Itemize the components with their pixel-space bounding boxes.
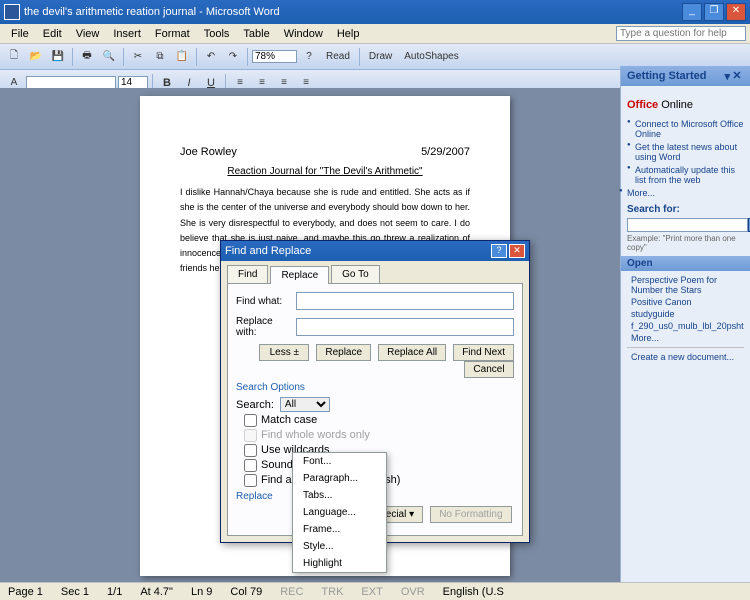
dialog-title: Find and Replace [225,245,311,257]
file-link[interactable]: Positive Canon [631,297,744,307]
cut-icon[interactable]: ✂ [128,47,148,67]
menu-file[interactable]: File [4,26,36,42]
restore-button[interactable]: ❐ [704,3,724,21]
autoshapes-button[interactable]: AutoShapes [399,47,464,67]
paste-icon[interactable]: 📋 [172,47,192,67]
find-what-input[interactable] [296,292,514,310]
find-next-button[interactable]: Find Next [453,344,514,361]
create-new-link[interactable]: Create a new document... [631,352,744,362]
search-label: Search: [236,399,274,411]
menu-edit[interactable]: Edit [36,26,69,42]
window-title: the devil's arithmetic reation journal -… [24,6,682,18]
doc-date: 5/29/2007 [421,146,470,158]
menu-paragraph[interactable]: Paragraph... [293,470,386,487]
zoom-combo[interactable] [252,50,297,63]
doc-title: Reaction Journal for "The Devil's Arithm… [180,166,470,177]
replace-with-label: Replace with: [236,316,296,338]
file-link[interactable]: Perspective Poem for Number the Stars [631,275,744,295]
read-button[interactable]: Read [321,47,355,67]
file-link[interactable]: f_290_us0_mulb_lbl_20psht [631,321,744,331]
help-icon[interactable]: ? [299,47,319,67]
tab-find[interactable]: Find [227,265,268,283]
menu-tabs[interactable]: Tabs... [293,487,386,504]
status-ext: EXT [357,586,386,598]
tab-replace[interactable]: Replace [270,266,329,284]
task-pane: Getting Started ▾ ✕ Office Online Connec… [620,66,750,582]
no-formatting-button: No Formatting [430,506,511,523]
menu-frame[interactable]: Frame... [293,521,386,538]
word-icon [4,4,20,20]
status-ovr: OVR [397,586,429,598]
menu-bar: File Edit View Insert Format Tools Table… [0,24,750,44]
draw-button[interactable]: Draw [364,47,397,67]
status-ln: Ln 9 [187,586,216,598]
open-icon[interactable]: 📂 [26,47,46,67]
menu-format[interactable]: Format [148,26,197,42]
find-what-label: Find what: [236,296,296,307]
whole-words-checkbox [244,429,257,442]
title-bar: the devil's arithmetic reation journal -… [0,0,750,24]
undo-icon[interactable]: ↶ [201,47,221,67]
menu-font[interactable]: Font... [293,453,386,470]
minimize-button[interactable]: _ [682,3,702,21]
taskpane-title: Getting Started [627,70,706,82]
office-online-logo: Office Online [627,96,744,111]
search-direction-select[interactable]: All [280,397,330,412]
copy-icon[interactable]: ⧉ [150,47,170,67]
dialog-help-button[interactable]: ? [491,244,507,258]
status-lang: English (U.S [439,586,508,598]
word-forms-checkbox[interactable] [244,474,257,487]
search-example: Example: "Print more than one copy" [627,234,744,252]
help-search-input[interactable] [616,26,746,41]
replace-with-input[interactable] [296,318,514,336]
replace-button[interactable]: Replace [316,344,371,361]
tab-goto[interactable]: Go To [331,265,380,283]
format-dropdown-menu: Font... Paragraph... Tabs... Language...… [292,452,387,573]
preview-icon[interactable]: 🔍 [99,47,119,67]
menu-window[interactable]: Window [277,26,330,42]
status-at: At 4.7" [136,586,177,598]
link-connect[interactable]: Connect to Microsoft Office Online [635,119,744,139]
cancel-button[interactable]: Cancel [464,361,514,378]
menu-view[interactable]: View [69,26,107,42]
taskpane-search-input[interactable] [627,218,748,232]
replace-all-button[interactable]: Replace All [378,344,446,361]
print-icon[interactable]: 🖶 [77,47,97,67]
link-more[interactable]: More... [627,188,744,198]
file-link[interactable]: studyguide [631,309,744,319]
less-button[interactable]: Less ± [259,344,309,361]
menu-insert[interactable]: Insert [106,26,148,42]
save-icon[interactable]: 💾 [48,47,68,67]
menu-style[interactable]: Style... [293,538,386,555]
wildcards-checkbox[interactable] [244,444,257,457]
redo-icon[interactable]: ↷ [223,47,243,67]
menu-table[interactable]: Table [236,26,276,42]
menu-highlight[interactable]: Highlight [293,555,386,572]
status-col: Col 79 [226,586,266,598]
status-trk: TRK [317,586,347,598]
status-pages: 1/1 [103,586,126,598]
link-update[interactable]: Automatically update this list from the … [635,165,744,185]
sounds-like-checkbox[interactable] [244,459,257,472]
search-for-label: Search for: [627,204,744,215]
status-rec: REC [276,586,307,598]
doc-author: Joe Rowley [180,146,237,158]
link-news[interactable]: Get the latest news about using Word [635,142,744,162]
menu-tools[interactable]: Tools [197,26,237,42]
dialog-close-button[interactable]: ✕ [509,244,525,258]
search-options-heading: Search Options [236,382,514,393]
status-page: Page 1 [4,586,47,598]
menu-language[interactable]: Language... [293,504,386,521]
taskpane-close-icon[interactable]: ✕ [730,69,744,83]
new-icon[interactable]: 🗋 [4,47,24,67]
more-files-link[interactable]: More... [631,333,744,343]
close-button[interactable]: ✕ [726,3,746,21]
match-case-checkbox[interactable] [244,414,257,427]
menu-help[interactable]: Help [330,26,367,42]
open-heading: Open [621,256,750,271]
status-bar: Page 1 Sec 1 1/1 At 4.7" Ln 9 Col 79 REC… [0,582,750,600]
status-sec: Sec 1 [57,586,93,598]
